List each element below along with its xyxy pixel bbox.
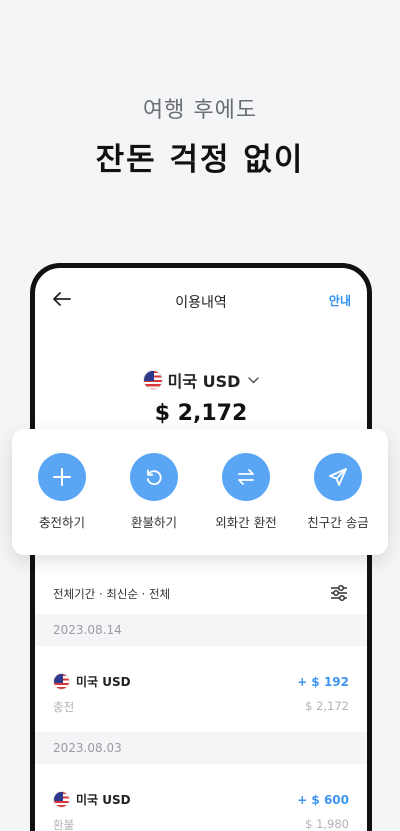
transaction-type: 충전 (53, 700, 75, 714)
transaction-row[interactable]: 미국 USD 충전 + $ 192 $ 2,172 (35, 646, 367, 732)
transaction-name: 미국 USD (53, 791, 131, 808)
transaction-balance: $ 1,980 (305, 817, 349, 831)
swap-icon (222, 453, 270, 501)
chevron-down-icon (248, 373, 260, 387)
send-icon (314, 453, 362, 501)
charge-label: 충전하기 (38, 515, 85, 530)
us-flag-icon (53, 673, 70, 690)
filter-text[interactable]: 전체기간 · 최신순 · 전체 (53, 586, 170, 602)
refund-label: 환불하기 (130, 515, 177, 530)
currency-label: 미국 USD (167, 372, 241, 391)
top-nav: 이용내역 안내 (35, 290, 367, 314)
transaction-row[interactable]: 미국 USD 환불 + $ 600 $ 1,980 (35, 764, 367, 831)
send-button[interactable]: 친구간 송금 (293, 429, 383, 555)
filter-sliders-icon[interactable] (329, 583, 349, 607)
exchange-label: 외화간 환전 (215, 515, 277, 530)
us-flag-icon (142, 370, 163, 390)
page-title: 이용내역 (175, 295, 227, 311)
hero-title: 잔돈 걱정 없이 (95, 142, 305, 178)
date-header: 2023.08.14 (35, 614, 367, 646)
refresh-icon (130, 453, 178, 501)
transaction-amount: + $ 600 (297, 793, 349, 807)
filter-bar: 전체기간 · 최신순 · 전체 (35, 574, 367, 614)
transaction-amount: + $ 192 (297, 675, 349, 689)
transaction-balance: $ 2,172 (305, 699, 349, 713)
transaction-type: 환불 (53, 818, 75, 831)
refund-button[interactable]: 환불하기 (109, 429, 199, 555)
quick-actions-card: 충전하기 환불하기 외화간 환전 친구간 송금 (12, 429, 388, 555)
exchange-button[interactable]: 외화간 환전 (201, 429, 291, 555)
balance-amount: $ 2,172 (154, 401, 248, 426)
transaction-name: 미국 USD (53, 673, 131, 690)
charge-button[interactable]: 충전하기 (17, 429, 107, 555)
plus-icon (38, 453, 86, 501)
currency-selector[interactable]: 미국 USD (35, 368, 367, 392)
transaction-currency: 미국 USD (76, 793, 131, 807)
date-header: 2023.08.03 (35, 732, 367, 764)
transaction-currency: 미국 USD (76, 675, 131, 689)
guide-link[interactable]: 안내 (329, 292, 351, 309)
send-label: 친구간 송금 (307, 515, 369, 530)
us-flag-icon (53, 791, 70, 808)
hero-subtitle: 여행 후에도 (142, 98, 258, 123)
